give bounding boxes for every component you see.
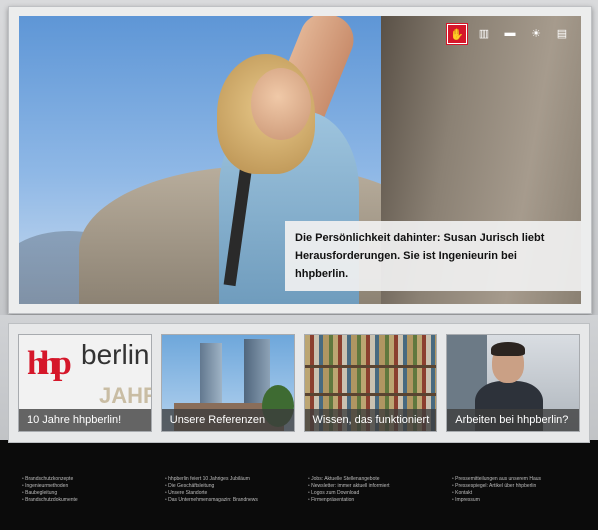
footer-link[interactable]: Jobs: Aktuelle Stellenangebote (308, 476, 390, 483)
footer-column-careers: Jobs: Aktuelle Stellenangebote Newslette… (308, 476, 390, 504)
building-icon[interactable]: ▥ (475, 24, 493, 42)
footer-column-services: Brandschutzkonzepte Ingenieurmethoden Ba… (22, 476, 78, 504)
footer-link[interactable]: Das Unternehmensmagazin: Brandnews (165, 497, 258, 504)
footer: Brandschutzkonzepte Ingenieurmethoden Ba… (0, 458, 598, 530)
teaser-tiles: hhp berlin JAHR 10 Jahre hhpberlin! Unse… (8, 323, 590, 443)
team-icon[interactable]: ✋ (447, 24, 467, 44)
footer-link[interactable]: Baubegleitung (22, 490, 78, 497)
hero-image: ✋ ▥ ▬ ☀ ▤ Die Persönlichkeit dahinter: S… (19, 16, 581, 304)
footer-link[interactable]: Pressemitteilungen aus unserem Haus (452, 476, 541, 483)
footer-column-company: hhpberlin feiert 10 Jahriges Jubiläum Di… (165, 476, 258, 504)
tile-label: Arbeiten bei hhpberlin? (447, 409, 579, 431)
hero-toolbar: ✋ ▥ ▬ ☀ ▤ (447, 24, 571, 44)
footer-link[interactable]: Impressum (452, 497, 541, 504)
berlin-logo-text: berlin (81, 339, 150, 370)
footer-link[interactable]: Brandschutzdokumente (22, 497, 78, 504)
hhp-logo: hhp (27, 345, 72, 382)
shelf (304, 365, 437, 368)
briefcase-icon[interactable]: ▤ (553, 24, 571, 42)
lightbulb-icon[interactable]: ☀ (527, 24, 545, 42)
climber-face (251, 68, 311, 140)
hero-caption: Die Persönlichkeit dahinter: Susan Juris… (285, 221, 581, 291)
tile-references[interactable]: Unsere Referenzen (160, 334, 295, 432)
tile-label: Wissen, das funktioniert (304, 409, 437, 431)
footer-link[interactable]: Kontakt (452, 490, 541, 497)
footer-link[interactable]: Pressespiegel: Artikel über hhpberlin (452, 483, 541, 490)
tile-anniversary[interactable]: hhp berlin JAHR 10 Jahre hhpberlin! (18, 334, 152, 432)
jahre-text: JAHR (99, 383, 151, 408)
shelf (304, 393, 437, 396)
footer-column-press: Pressemitteilungen aus unserem Haus Pres… (452, 476, 541, 504)
hero-frame: ✋ ▥ ▬ ☀ ▤ Die Persönlichkeit dahinter: S… (8, 6, 592, 314)
speech-bubble-icon[interactable]: ▬ (501, 24, 519, 42)
footer-link[interactable]: Unsere Standorte (165, 490, 258, 497)
footer-link[interactable]: Firmenpräsentation (308, 497, 390, 504)
footer-link[interactable]: Ingenieurmethoden (22, 483, 78, 490)
footer-link[interactable]: Logos zum Download (308, 490, 390, 497)
footer-link[interactable]: Newsletter: immer aktuell informiert (308, 483, 389, 490)
tile-label: Unsere Referenzen (161, 409, 294, 431)
tile-knowledge[interactable]: Wissen, das funktioniert (303, 334, 438, 432)
footer-link[interactable]: Die Geschäftsleitung (165, 483, 258, 490)
footer-link[interactable]: hhpberlin feiert 10 Jahriges Jubiläum (165, 476, 258, 483)
man-hair (491, 342, 526, 356)
tile-careers[interactable]: Arbeiten bei hhpberlin? (446, 334, 580, 432)
footer-link[interactable]: Brandschutzkonzepte (22, 476, 78, 483)
tile-label: 10 Jahre hhpberlin! (19, 409, 151, 431)
